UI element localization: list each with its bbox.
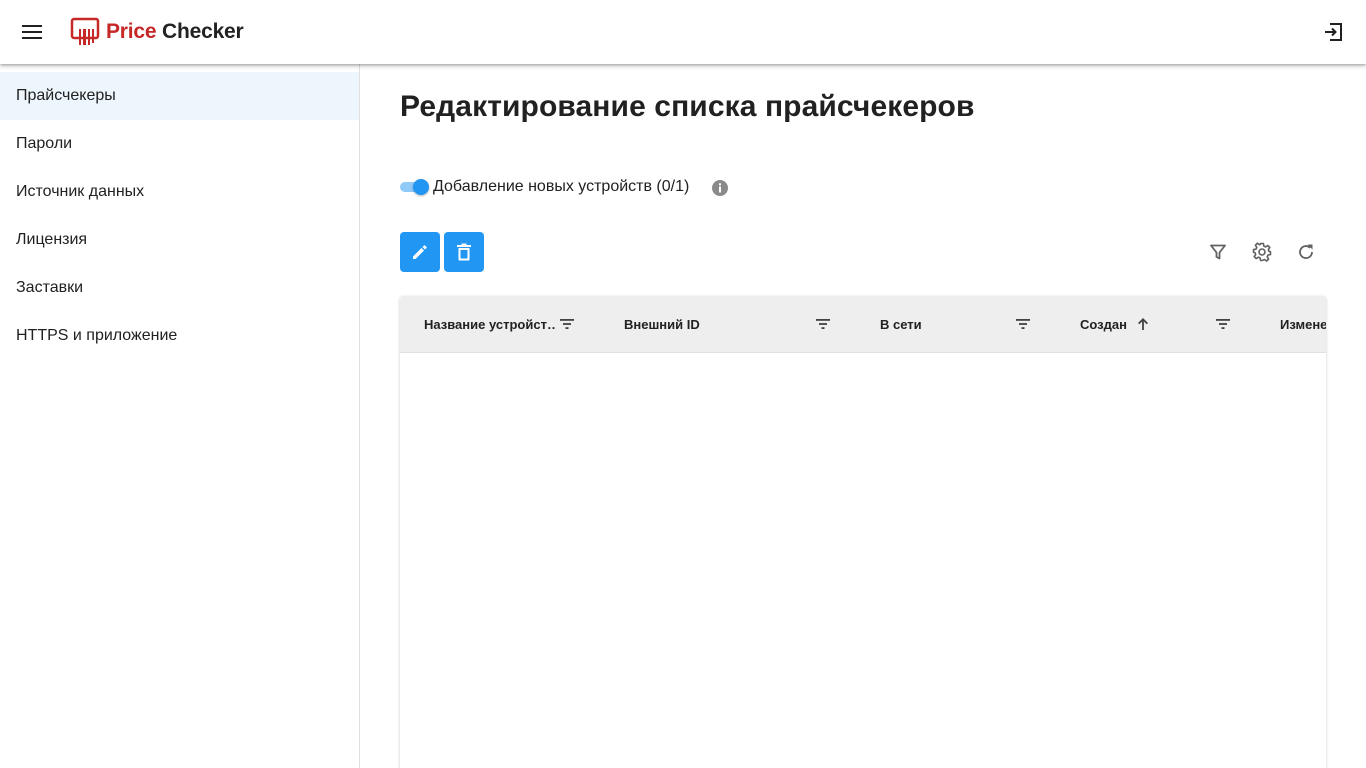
gear-icon [1252,242,1272,262]
menu-button[interactable] [12,12,52,52]
toggle-thumb [413,179,429,195]
sidebar-item-label: Заставки [16,279,84,296]
devices-table: Название устройст… Внешний ID В сети Соз… [400,296,1326,768]
add-devices-toggle[interactable] [400,179,430,195]
filter-lines-icon[interactable] [1015,316,1031,332]
app-header: Price Checker [0,0,1366,64]
pencil-icon [413,245,427,259]
filter-lines-icon[interactable] [815,316,831,332]
sidebar-item-label: HTTPS и приложение [16,327,178,344]
delete-button[interactable] [444,232,484,272]
brand-name: Price Checker [106,20,244,43]
add-devices-label: Добавление новых устройств (0/1) [433,178,690,195]
trash-icon [457,243,471,261]
settings-button[interactable] [1250,240,1274,264]
sidebar-item-license[interactable]: Лицензия [0,216,359,264]
sidebar-item-https[interactable]: HTTPS и приложение [0,312,359,360]
sidebar-item-label: Лицензия [16,231,88,248]
column-header-device-name[interactable]: Название устройст… [424,317,556,332]
filter-funnel-icon [1210,244,1226,260]
column-header-online[interactable]: В сети [880,317,922,332]
refresh-icon [1299,244,1313,259]
sidebar-item-label: Прайсчекеры [16,87,116,104]
sidebar-item-data-source[interactable]: Источник данных [0,168,359,216]
logout-button[interactable] [1314,12,1354,52]
brand-logo: Price Checker [70,17,244,47]
sidebar-item-pricecheckers[interactable]: Прайсчекеры [0,72,359,120]
table-header: Название устройст… Внешний ID В сети Соз… [400,296,1326,353]
sidebar: Прайсчекеры Пароли Источник данных Лицен… [0,64,360,768]
filter-lines-icon[interactable] [559,316,575,332]
filter-button[interactable] [1206,240,1230,264]
edit-button[interactable] [400,232,440,272]
filter-lines-icon[interactable] [1215,316,1231,332]
sidebar-item-label: Источник данных [16,183,145,200]
refresh-button[interactable] [1294,240,1318,264]
table-body [400,353,1326,768]
sidebar-item-screensavers[interactable]: Заставки [0,264,359,312]
column-header-external-id[interactable]: Внешний ID [624,317,700,332]
arrow-up-icon[interactable] [1135,316,1151,332]
price-checker-logo-icon [70,17,100,45]
info-icon[interactable] [711,179,729,197]
column-header-modified[interactable]: Изменен [1280,317,1326,332]
hamburger-icon [22,25,42,39]
logout-icon [1325,23,1342,41]
page-title: Редактирование списка прайсчекеров [400,90,975,123]
sidebar-item-passwords[interactable]: Пароли [0,120,359,168]
sidebar-item-label: Пароли [16,135,73,152]
column-header-created[interactable]: Создан [1080,317,1127,332]
